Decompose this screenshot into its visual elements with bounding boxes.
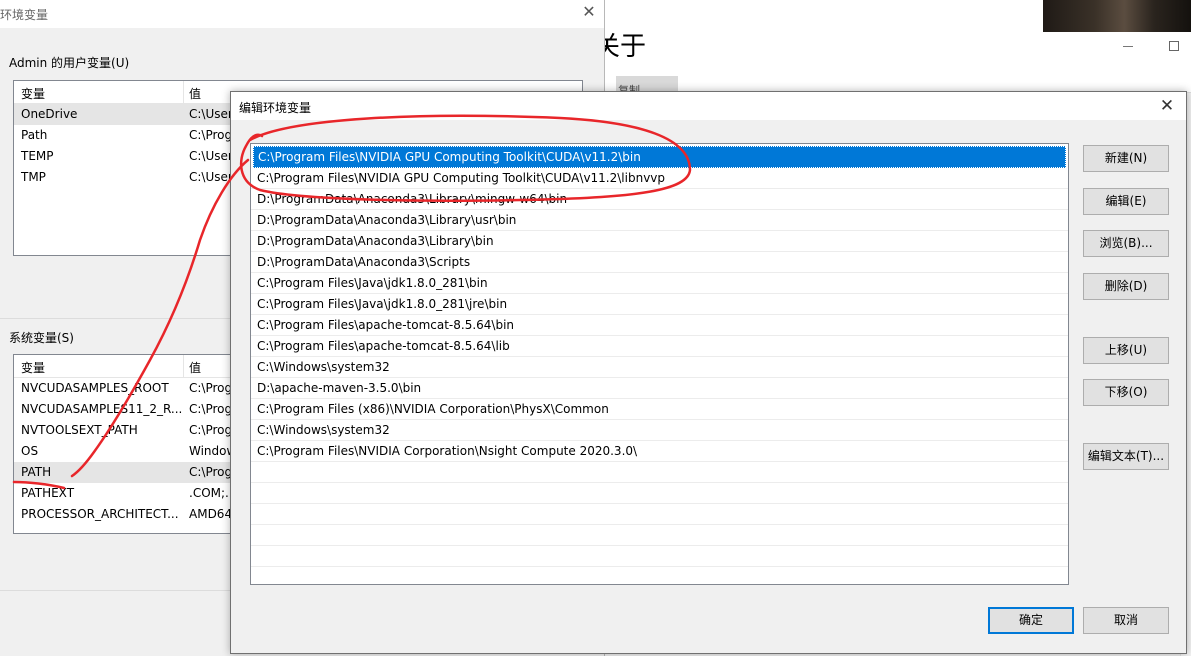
edit-button[interactable]: 编辑(E)	[1083, 188, 1169, 215]
variable-value: C:\Prog	[189, 128, 233, 142]
env-window-title: 环境变量	[0, 8, 49, 22]
column-header-value[interactable]: 值	[189, 85, 201, 102]
variable-name: TMP	[21, 170, 46, 184]
path-entry[interactable]: C:\Program Files\NVIDIA Corporation\Nsig…	[251, 441, 1068, 462]
column-header-variable[interactable]: 变量	[21, 85, 45, 102]
path-entry[interactable]: C:\Program Files\Java\jdk1.8.0_281\bin	[251, 273, 1068, 294]
edit-dialog-title: 编辑环境变量	[239, 101, 312, 115]
variable-value: C:\Prog	[189, 465, 233, 479]
edit-dialog-titlebar: 编辑环境变量 ✕	[231, 92, 1186, 120]
path-entry[interactable]: C:\Program Files\Java\jdk1.8.0_281\jre\b…	[251, 294, 1068, 315]
variable-name: PROCESSOR_ARCHITECT...	[21, 507, 179, 521]
variable-name: PATH	[21, 465, 52, 479]
column-header-value[interactable]: 值	[189, 359, 201, 376]
path-entry[interactable]: C:\Program Files (x86)\NVIDIA Corporatio…	[251, 399, 1068, 420]
variable-name: NVTOOLSEXT_PATH	[21, 423, 138, 437]
column-header-variable[interactable]: 变量	[21, 359, 45, 376]
variable-value: C:\Prog	[189, 381, 233, 395]
close-icon[interactable]: ✕	[1155, 95, 1179, 117]
cancel-button[interactable]: 取消	[1083, 607, 1169, 634]
path-entry[interactable]: C:\Windows\system32	[251, 420, 1068, 441]
path-entry[interactable]: D:\ProgramData\Anaconda3\Scripts	[251, 252, 1068, 273]
variable-name: TEMP	[21, 149, 54, 163]
path-entry[interactable]: D:\ProgramData\Anaconda3\Library\mingw-w…	[251, 189, 1068, 210]
variable-name: Path	[21, 128, 48, 142]
system-variables-label: 系统变量(S)	[9, 331, 74, 345]
close-icon[interactable]: ✕	[578, 2, 600, 22]
variable-value: C:\Prog	[189, 423, 233, 437]
move-up-button[interactable]: 上移(U)	[1083, 337, 1169, 364]
variable-name: OneDrive	[21, 107, 78, 121]
path-entry[interactable]: C:\Program Files\apache-tomcat-8.5.64\li…	[251, 336, 1068, 357]
minimize-icon[interactable]	[1123, 46, 1133, 47]
env-titlebar: 环境变量 ✕	[0, 0, 604, 28]
user-variables-label: Admin 的用户变量(U)	[9, 56, 130, 70]
variable-name: OS	[21, 444, 39, 458]
path-entry[interactable]: C:\Program Files\apache-tomcat-8.5.64\bi…	[251, 315, 1068, 336]
copy-tab[interactable]: 复制	[616, 76, 678, 97]
divider	[0, 318, 232, 319]
empty-path-slot[interactable]	[251, 483, 1068, 504]
variable-value: AMD64	[189, 507, 233, 521]
maximize-icon[interactable]	[1169, 41, 1179, 51]
path-entry[interactable]: C:\Windows\system32	[251, 357, 1068, 378]
variable-name: NVCUDASAMPLES11_2_R...	[21, 402, 183, 416]
empty-path-slot[interactable]	[251, 462, 1068, 483]
thumbnail-image	[1043, 0, 1191, 32]
move-down-button[interactable]: 下移(O)	[1083, 379, 1169, 406]
about-window: 关于 复制	[585, 0, 1045, 97]
empty-path-slot[interactable]	[251, 504, 1068, 525]
variable-value: C:\Prog	[189, 402, 233, 416]
path-entry[interactable]: C:\Program Files\NVIDIA GPU Computing To…	[251, 168, 1068, 189]
path-entry[interactable]: D:\ProgramData\Anaconda3\Library\usr\bin	[251, 210, 1068, 231]
browse-button[interactable]: 浏览(B)...	[1083, 230, 1169, 257]
path-entry-selected[interactable]: C:\Program Files\NVIDIA GPU Computing To…	[253, 146, 1066, 168]
path-entry[interactable]: D:\apache-maven-3.5.0\bin	[251, 378, 1068, 399]
variable-value: C:\User	[189, 170, 233, 184]
edit-text-button[interactable]: 编辑文本(T)...	[1083, 443, 1169, 470]
divider	[0, 590, 232, 591]
path-entry[interactable]: D:\ProgramData\Anaconda3\Library\bin	[251, 231, 1068, 252]
empty-path-slot[interactable]	[251, 546, 1068, 567]
background-window	[1043, 0, 1191, 93]
ok-button[interactable]: 确定	[988, 607, 1074, 634]
path-entries-list[interactable]: C:\Program Files\NVIDIA GPU Computing To…	[250, 143, 1069, 585]
variable-name: NVCUDASAMPLES_ROOT	[21, 381, 169, 395]
empty-path-slot[interactable]	[251, 525, 1068, 546]
variable-name: PATHEXT	[21, 486, 75, 500]
new-button[interactable]: 新建(N)	[1083, 145, 1169, 172]
delete-button[interactable]: 删除(D)	[1083, 273, 1169, 300]
edit-environment-variable-dialog: 编辑环境变量 ✕ C:\Program Files\NVIDIA GPU Com…	[230, 91, 1187, 654]
variable-value: C:\User	[189, 149, 233, 163]
variable-value: C:\User	[189, 107, 233, 121]
